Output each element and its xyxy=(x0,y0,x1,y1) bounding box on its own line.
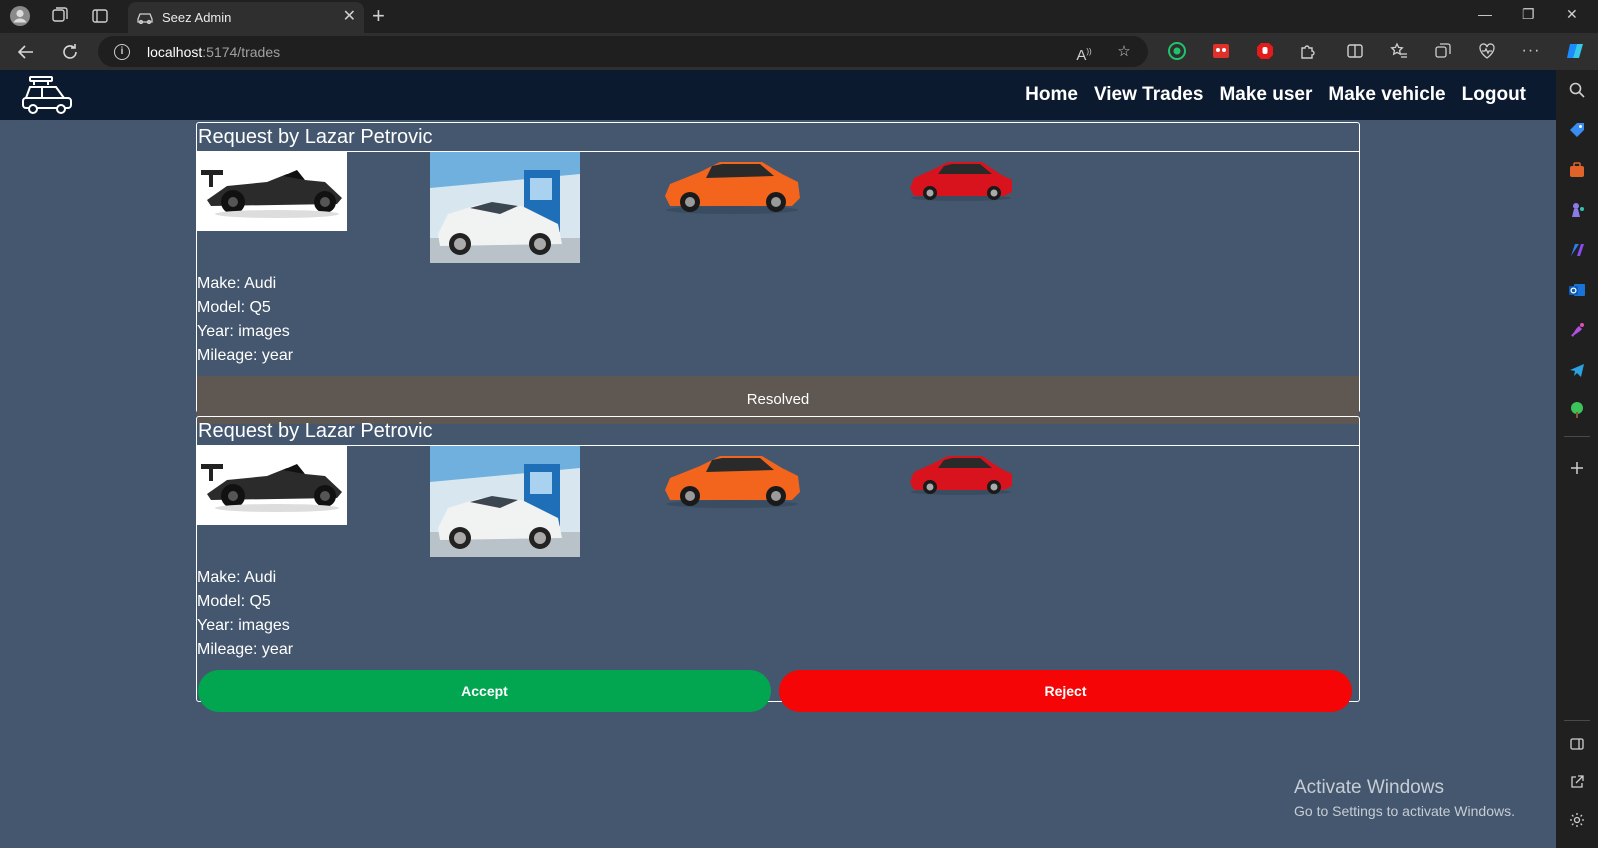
red-hatchback-image xyxy=(908,452,1014,501)
collections-icon[interactable] xyxy=(1433,41,1453,61)
profile-icon[interactable] xyxy=(9,5,31,27)
trade-request-title: Request by Lazar Petrovic xyxy=(197,417,1359,446)
vehicle-model: Model: Q5 xyxy=(197,593,271,610)
extension-green-icon[interactable] xyxy=(1167,41,1187,61)
vehicle-make: Make: Audi xyxy=(197,569,277,586)
vehicle-make: Make: Audi xyxy=(197,275,277,292)
more-options-icon[interactable]: ··· xyxy=(1521,41,1541,61)
sidebar-divider xyxy=(1564,720,1590,721)
workspaces-icon[interactable] xyxy=(48,5,70,27)
extensions-puzzle-icon[interactable] xyxy=(1298,41,1318,61)
browser-essentials-icon[interactable] xyxy=(1477,41,1497,61)
tab-close-icon[interactable]: ✕ xyxy=(343,8,356,26)
nav-view-trades-link[interactable]: View Trades xyxy=(1094,84,1204,106)
car-favicon-icon xyxy=(136,10,154,25)
search-icon[interactable] xyxy=(1567,80,1587,100)
vehicle-year: Year: images xyxy=(197,323,290,340)
address-bar[interactable]: i localhost:5174/trades A)) ☆ xyxy=(98,36,1148,67)
trade-actions: Accept Reject xyxy=(197,670,1359,726)
race-car-image xyxy=(197,152,347,236)
white-sedan-image xyxy=(430,152,580,268)
trade-request-title: Request by Lazar Petrovic xyxy=(197,123,1359,152)
hide-sidebar-icon[interactable] xyxy=(1567,734,1587,754)
trade-request-card: Request by Lazar Petrovic Make: Audi Mod… xyxy=(196,122,1360,424)
telegram-icon[interactable] xyxy=(1567,360,1587,380)
site-info-icon[interactable]: i xyxy=(114,44,130,60)
vehicle-details: Make: Audi Model: Q5 Year: images Mileag… xyxy=(197,272,1359,368)
copilot-icon[interactable] xyxy=(1565,41,1585,61)
browser-tab-bar: Seez Admin ✕ + — ❐ ✕ xyxy=(0,0,1598,33)
tab-title: Seez Admin xyxy=(162,10,232,25)
watermark-title: Activate Windows xyxy=(1294,777,1444,798)
orange-hatchback-image xyxy=(662,450,802,515)
vehicle-images xyxy=(197,152,1359,267)
edge-sidebar xyxy=(1556,70,1598,848)
adblock-icon[interactable] xyxy=(1255,41,1275,61)
site-nav-links: Home View Trades Make user Make vehicle … xyxy=(1025,84,1526,106)
nav-make-vehicle-link[interactable]: Make vehicle xyxy=(1328,84,1445,106)
nav-home-link[interactable]: Home xyxy=(1025,84,1078,106)
sidebar-divider xyxy=(1564,436,1590,437)
car-logo-icon[interactable] xyxy=(20,74,74,116)
tools-briefcase-icon[interactable] xyxy=(1567,160,1587,180)
accept-button[interactable]: Accept xyxy=(198,670,771,712)
orange-hatchback-image xyxy=(662,156,802,221)
outlook-icon[interactable] xyxy=(1567,280,1587,300)
trade-request-card: Request by Lazar Petrovic Make: Audi Mod… xyxy=(196,416,1360,712)
vehicle-year: Year: images xyxy=(197,617,290,634)
favorite-star-icon[interactable]: ☆ xyxy=(1114,42,1134,62)
copilot-sidebar-icon[interactable] xyxy=(1567,240,1587,260)
tab-actions-icon[interactable] xyxy=(89,5,111,27)
race-car-image xyxy=(197,446,347,530)
settings-gear-icon[interactable] xyxy=(1567,810,1587,830)
games-chess-icon[interactable] xyxy=(1567,200,1587,220)
vehicle-images xyxy=(197,446,1359,561)
address-bar-row: i localhost:5174/trades A)) ☆ ··· xyxy=(0,33,1598,70)
shopping-tag-icon[interactable] xyxy=(1567,120,1587,140)
refresh-icon[interactable] xyxy=(59,41,81,63)
split-screen-icon[interactable] xyxy=(1345,41,1365,61)
new-tab-icon[interactable]: + xyxy=(372,3,385,29)
vehicle-model: Model: Q5 xyxy=(197,299,271,316)
active-tab[interactable]: Seez Admin ✕ xyxy=(128,2,364,33)
window-close-icon[interactable]: ✕ xyxy=(1566,6,1578,23)
red-hatchback-image xyxy=(908,158,1014,207)
tree-icon[interactable] xyxy=(1567,400,1587,420)
vehicle-mileage: Mileage: year xyxy=(197,347,294,364)
vehicle-mileage: Mileage: year xyxy=(197,641,294,658)
reject-button[interactable]: Reject xyxy=(779,670,1352,712)
back-icon[interactable] xyxy=(15,41,37,63)
restore-icon[interactable]: ❐ xyxy=(1522,6,1535,23)
web-page: Home View Trades Make user Make vehicle … xyxy=(0,70,1556,848)
designer-icon[interactable] xyxy=(1567,320,1587,340)
watermark-subtitle: Go to Settings to activate Windows. xyxy=(1294,803,1515,819)
activate-windows-watermark: Activate Windows Go to Settings to activ… xyxy=(1294,776,1515,821)
nav-logout-link[interactable]: Logout xyxy=(1462,84,1526,106)
read-aloud-icon[interactable]: A)) xyxy=(1074,42,1094,64)
favorites-icon[interactable] xyxy=(1389,41,1409,61)
url-text[interactable]: localhost:5174/trades xyxy=(147,44,280,60)
extension-red-icon[interactable] xyxy=(1211,41,1231,61)
white-sedan-image xyxy=(430,446,580,562)
external-link-icon[interactable] xyxy=(1567,772,1587,792)
nav-make-user-link[interactable]: Make user xyxy=(1219,84,1312,106)
site-navbar: Home View Trades Make user Make vehicle … xyxy=(0,70,1556,120)
vehicle-details: Make: Audi Model: Q5 Year: images Mileag… xyxy=(197,566,1359,662)
minimize-icon[interactable]: — xyxy=(1478,6,1492,22)
add-sidebar-app-icon[interactable] xyxy=(1567,458,1587,478)
